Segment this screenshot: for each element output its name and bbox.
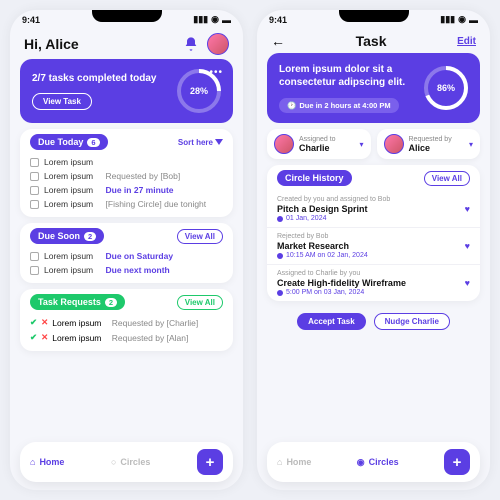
list-item[interactable]: Lorem ipsum bbox=[30, 155, 223, 169]
progress-hero: ••• 2/7 tasks completed today View Task … bbox=[20, 59, 233, 123]
status-icons: ▮▮▮ ◉ ▬ bbox=[440, 14, 478, 25]
check-icon[interactable]: ✔ bbox=[30, 332, 37, 343]
circle-icon: ◉ bbox=[357, 457, 365, 468]
nudge-button[interactable]: Nudge Charlie bbox=[374, 313, 450, 330]
header: Hi, Alice bbox=[10, 29, 243, 59]
task-hero-title: Lorem ipsum dolor sit a consectetur adip… bbox=[279, 63, 414, 89]
list-item[interactable]: Lorem ipsum Requested by [Bob] bbox=[30, 169, 223, 183]
status-icons: ▮▮▮ ◉ ▬ bbox=[193, 14, 231, 25]
requested-by[interactable]: Requested byAlice ▾ bbox=[377, 129, 481, 159]
chevron-down-icon: ▾ bbox=[359, 140, 363, 149]
home-icon: ⌂ bbox=[277, 457, 282, 467]
task-detail-screen: 9:41 ▮▮▮ ◉ ▬ ← Task Edit Lorem ipsum dol… bbox=[257, 10, 490, 490]
heart-icon[interactable]: ♥ bbox=[465, 241, 470, 251]
home-icon: ⌂ bbox=[30, 457, 35, 467]
progress-ring: 28% bbox=[177, 69, 221, 113]
nav-circles[interactable]: ○Circles bbox=[111, 457, 150, 467]
due-soon-card: Due Soon2 View All Lorem ipsum Due on Sa… bbox=[20, 223, 233, 283]
view-task-button[interactable]: View Task bbox=[32, 93, 92, 110]
add-button[interactable]: + bbox=[444, 449, 470, 475]
avatar[interactable] bbox=[207, 33, 229, 55]
heart-icon[interactable]: ♥ bbox=[465, 204, 470, 214]
history-item[interactable]: Created by you and assigned to Bob Pitch… bbox=[267, 191, 480, 228]
notch bbox=[92, 10, 162, 22]
checkbox-icon[interactable] bbox=[30, 186, 39, 195]
edit-button[interactable]: Edit bbox=[457, 36, 476, 47]
history-card: Circle History View All Created by you a… bbox=[267, 165, 480, 301]
list-item[interactable]: ✔✕Lorem ipsum Requested by [Charlie] bbox=[30, 315, 223, 330]
wifi-icon: ◉ bbox=[458, 14, 466, 25]
view-all-button[interactable]: View All bbox=[177, 295, 223, 310]
page-title: Task bbox=[356, 33, 387, 49]
chevron-down-icon: ▾ bbox=[469, 140, 473, 149]
checkbox-icon[interactable] bbox=[30, 252, 39, 261]
battery-icon: ▬ bbox=[222, 15, 231, 25]
dot-icon bbox=[277, 216, 283, 222]
nav-home[interactable]: ⌂Home bbox=[277, 457, 311, 467]
checkbox-icon[interactable] bbox=[30, 172, 39, 181]
history-item[interactable]: Assigned to Charlie by you Create High-f… bbox=[267, 265, 480, 301]
back-button[interactable]: ← bbox=[271, 33, 285, 49]
header: ← Task Edit bbox=[257, 29, 490, 53]
sort-button[interactable]: Sort here bbox=[178, 138, 223, 147]
check-icon[interactable]: ✔ bbox=[30, 317, 37, 328]
progress-ring: 86% bbox=[424, 66, 468, 110]
list-item[interactable]: Lorem ipsum Due on Saturday bbox=[30, 249, 223, 263]
circle-icon: ○ bbox=[111, 457, 116, 467]
avatar bbox=[384, 134, 404, 154]
notch bbox=[339, 10, 409, 22]
avatar bbox=[274, 134, 294, 154]
accept-button[interactable]: Accept Task bbox=[297, 313, 366, 330]
view-all-button[interactable]: View All bbox=[424, 171, 470, 186]
bottom-nav: ⌂Home ○Circles + bbox=[20, 442, 233, 482]
wifi-icon: ◉ bbox=[211, 14, 219, 25]
dot-icon bbox=[277, 290, 283, 296]
task-requests-card: Task Requests2 View All ✔✕Lorem ipsum Re… bbox=[20, 289, 233, 351]
signal-icon: ▮▮▮ bbox=[440, 14, 455, 25]
requests-title: Task Requests2 bbox=[30, 294, 125, 310]
nav-circles[interactable]: ◉Circles bbox=[357, 457, 399, 468]
funnel-icon bbox=[215, 139, 223, 145]
due-pill: 🕐Due in 2 hours at 4:00 PM bbox=[279, 98, 399, 113]
history-title: Circle History bbox=[277, 170, 352, 186]
battery-icon: ▬ bbox=[469, 15, 478, 25]
list-item[interactable]: ✔✕Lorem ipsum Requested by [Alan] bbox=[30, 330, 223, 345]
dot-icon bbox=[277, 253, 283, 259]
view-all-button[interactable]: View All bbox=[177, 229, 223, 244]
x-icon[interactable]: ✕ bbox=[41, 332, 48, 343]
signal-icon: ▮▮▮ bbox=[193, 14, 208, 25]
x-icon[interactable]: ✕ bbox=[41, 317, 48, 328]
checkbox-icon[interactable] bbox=[30, 266, 39, 275]
greeting: Hi, Alice bbox=[24, 36, 79, 52]
list-item[interactable]: Lorem ipsum Due next month bbox=[30, 263, 223, 277]
list-item[interactable]: Lorem ipsum Due in 27 minute bbox=[30, 183, 223, 197]
heart-icon[interactable]: ♥ bbox=[465, 278, 470, 288]
bell-icon[interactable] bbox=[183, 36, 199, 52]
action-row: Accept Task Nudge Charlie bbox=[267, 307, 480, 336]
list-item[interactable]: Lorem ipsum [Fishing Circle] due tonight bbox=[30, 197, 223, 211]
due-soon-title: Due Soon2 bbox=[30, 228, 104, 244]
hero-title: 2/7 tasks completed today bbox=[32, 72, 167, 85]
checkbox-icon[interactable] bbox=[30, 158, 39, 167]
task-hero: Lorem ipsum dolor sit a consectetur adip… bbox=[267, 53, 480, 123]
clock-icon: 🕐 bbox=[287, 101, 296, 110]
history-item[interactable]: Rejected by Bob Market Research 10:15 AM… bbox=[267, 228, 480, 265]
status-time: 9:41 bbox=[22, 15, 40, 25]
checkbox-icon[interactable] bbox=[30, 200, 39, 209]
due-today-title: Due Today6 bbox=[30, 134, 108, 150]
assigned-to[interactable]: Assigned toCharlie ▾ bbox=[267, 129, 371, 159]
add-button[interactable]: + bbox=[197, 449, 223, 475]
home-screen: 9:41 ▮▮▮ ◉ ▬ Hi, Alice ••• 2/7 tasks com… bbox=[10, 10, 243, 490]
status-time: 9:41 bbox=[269, 15, 287, 25]
due-today-card: Due Today6 Sort here Lorem ipsum Lorem i… bbox=[20, 129, 233, 217]
people-row: Assigned toCharlie ▾ Requested byAlice ▾ bbox=[267, 129, 480, 159]
bottom-nav: ⌂Home ◉Circles + bbox=[267, 442, 480, 482]
nav-home[interactable]: ⌂Home bbox=[30, 457, 64, 467]
